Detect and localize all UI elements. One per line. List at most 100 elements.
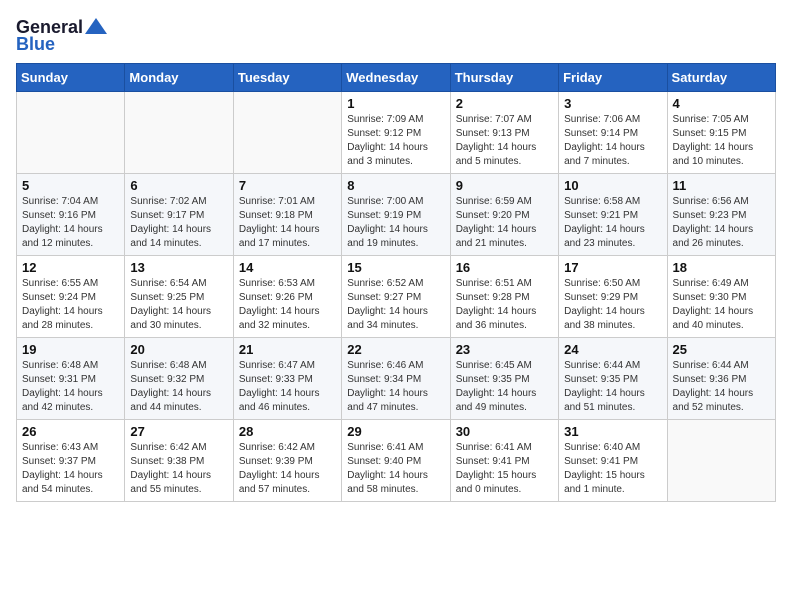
calendar-header-row: SundayMondayTuesdayWednesdayThursdayFrid…	[17, 64, 776, 92]
calendar-cell: 27 Sunrise: 6:42 AMSunset: 9:38 PMDayligh…	[125, 420, 233, 502]
day-info: Sunrise: 6:46 AMSunset: 9:34 PMDaylight:…	[347, 359, 444, 415]
calendar-cell: 11 Sunrise: 6:56 AMSunset: 9:23 PMDayligh…	[667, 174, 775, 256]
day-number: 29	[347, 424, 444, 439]
day-info: Sunrise: 7:02 AMSunset: 9:17 PMDaylight:…	[130, 195, 227, 251]
calendar-cell: 30 Sunrise: 6:41 AMSunset: 9:41 PMDayligh…	[450, 420, 558, 502]
day-info: Sunrise: 7:01 AMSunset: 9:18 PMDaylight:…	[239, 195, 336, 251]
calendar-cell: 15Sunrise: 6:52 AMSunset: 9:27 PMDayligh…	[342, 256, 450, 338]
day-number: 11	[673, 178, 770, 193]
weekday-header: Friday	[559, 64, 667, 92]
day-number: 21	[239, 342, 336, 357]
day-number: 31	[564, 424, 661, 439]
day-info: Sunrise: 6:41 AMSunset: 9:41 PMDaylight:…	[456, 441, 553, 497]
calendar-cell: 29 Sunrise: 6:41 AMSunset: 9:40 PMDayligh…	[342, 420, 450, 502]
calendar-cell: 13 Sunrise: 6:54 AMSunset: 9:25 PMDayligh…	[125, 256, 233, 338]
day-number: 12	[22, 260, 119, 275]
weekday-header: Monday	[125, 64, 233, 92]
weekday-header: Sunday	[17, 64, 125, 92]
calendar-week-row: 19Sunrise: 6:48 AMSunset: 9:31 PMDayligh…	[17, 338, 776, 420]
day-info: Sunrise: 6:41 AMSunset: 9:40 PMDaylight:…	[347, 441, 444, 497]
day-info: Sunrise: 7:00 AMSunset: 9:19 PMDaylight:…	[347, 195, 444, 251]
calendar-cell: 26Sunrise: 6:43 AMSunset: 9:37 PMDayligh…	[17, 420, 125, 502]
calendar-cell	[667, 420, 775, 502]
calendar-cell	[233, 92, 341, 174]
calendar-cell	[125, 92, 233, 174]
day-info: Sunrise: 6:50 AMSunset: 9:29 PMDaylight:…	[564, 277, 661, 333]
day-number: 13	[130, 260, 227, 275]
calendar-cell: 3Sunrise: 7:06 AMSunset: 9:14 PMDaylight…	[559, 92, 667, 174]
calendar-cell: 20 Sunrise: 6:48 AMSunset: 9:32 PMDayligh…	[125, 338, 233, 420]
day-info: Sunrise: 6:40 AMSunset: 9:41 PMDaylight:…	[564, 441, 661, 497]
day-info: Sunrise: 6:43 AMSunset: 9:37 PMDaylight:…	[22, 441, 119, 497]
day-info: Sunrise: 6:48 AMSunset: 9:32 PMDaylight:…	[130, 359, 227, 415]
day-info: Sunrise: 6:44 AMSunset: 9:36 PMDaylight:…	[673, 359, 770, 415]
calendar-cell: 10 Sunrise: 6:58 AMSunset: 9:21 PMDayligh…	[559, 174, 667, 256]
day-number: 28	[239, 424, 336, 439]
day-info: Sunrise: 6:42 AMSunset: 9:38 PMDaylight:…	[130, 441, 227, 497]
calendar-cell: 9 Sunrise: 6:59 AMSunset: 9:20 PMDaylight…	[450, 174, 558, 256]
calendar-cell: 4 Sunrise: 7:05 AMSunset: 9:15 PMDaylight…	[667, 92, 775, 174]
day-number: 18	[673, 260, 770, 275]
day-info: Sunrise: 6:56 AMSunset: 9:23 PMDaylight:…	[673, 195, 770, 251]
calendar-cell	[17, 92, 125, 174]
day-number: 22	[347, 342, 444, 357]
day-number: 27	[130, 424, 227, 439]
day-number: 1	[347, 96, 444, 111]
calendar-week-row: 12Sunrise: 6:55 AMSunset: 9:24 PMDayligh…	[17, 256, 776, 338]
day-number: 7	[239, 178, 336, 193]
day-number: 16	[456, 260, 553, 275]
day-number: 14	[239, 260, 336, 275]
calendar-cell: 16 Sunrise: 6:51 AMSunset: 9:28 PMDayligh…	[450, 256, 558, 338]
day-number: 2	[456, 96, 553, 111]
logo-blue: Blue	[16, 34, 55, 55]
day-number: 20	[130, 342, 227, 357]
day-number: 17	[564, 260, 661, 275]
logo: General Blue	[16, 16, 107, 55]
calendar-cell: 5 Sunrise: 7:04 AMSunset: 9:16 PMDaylight…	[17, 174, 125, 256]
day-info: Sunrise: 6:59 AMSunset: 9:20 PMDaylight:…	[456, 195, 553, 251]
calendar-week-row: 26Sunrise: 6:43 AMSunset: 9:37 PMDayligh…	[17, 420, 776, 502]
day-info: Sunrise: 7:05 AMSunset: 9:15 PMDaylight:…	[673, 113, 770, 169]
day-number: 8	[347, 178, 444, 193]
day-number: 23	[456, 342, 553, 357]
calendar-cell: 6Sunrise: 7:02 AMSunset: 9:17 PMDaylight…	[125, 174, 233, 256]
day-number: 5	[22, 178, 119, 193]
calendar-cell: 22 Sunrise: 6:46 AMSunset: 9:34 PMDayligh…	[342, 338, 450, 420]
logo-triangle-icon	[85, 16, 107, 38]
day-info: Sunrise: 6:54 AMSunset: 9:25 PMDaylight:…	[130, 277, 227, 333]
calendar-cell: 14 Sunrise: 6:53 AMSunset: 9:26 PMDayligh…	[233, 256, 341, 338]
day-number: 30	[456, 424, 553, 439]
day-info: Sunrise: 7:09 AMSunset: 9:12 PMDaylight:…	[347, 113, 444, 169]
calendar-cell: 25 Sunrise: 6:44 AMSunset: 9:36 PMDayligh…	[667, 338, 775, 420]
day-number: 25	[673, 342, 770, 357]
day-number: 24	[564, 342, 661, 357]
weekday-header: Wednesday	[342, 64, 450, 92]
day-info: Sunrise: 6:53 AMSunset: 9:26 PMDaylight:…	[239, 277, 336, 333]
calendar-cell: 24 Sunrise: 6:44 AMSunset: 9:35 PMDayligh…	[559, 338, 667, 420]
calendar-cell: 23Sunrise: 6:45 AMSunset: 9:35 PMDayligh…	[450, 338, 558, 420]
day-info: Sunrise: 6:51 AMSunset: 9:28 PMDaylight:…	[456, 277, 553, 333]
day-number: 19	[22, 342, 119, 357]
logo-container: General Blue	[16, 16, 107, 55]
day-number: 9	[456, 178, 553, 193]
calendar-table: SundayMondayTuesdayWednesdayThursdayFrid…	[16, 63, 776, 502]
day-info: Sunrise: 6:52 AMSunset: 9:27 PMDaylight:…	[347, 277, 444, 333]
calendar-cell: 17 Sunrise: 6:50 AMSunset: 9:29 PMDayligh…	[559, 256, 667, 338]
calendar-cell: 19Sunrise: 6:48 AMSunset: 9:31 PMDayligh…	[17, 338, 125, 420]
calendar-cell: 18 Sunrise: 6:49 AMSunset: 9:30 PMDayligh…	[667, 256, 775, 338]
day-info: Sunrise: 6:58 AMSunset: 9:21 PMDaylight:…	[564, 195, 661, 251]
day-info: Sunrise: 6:44 AMSunset: 9:35 PMDaylight:…	[564, 359, 661, 415]
day-number: 4	[673, 96, 770, 111]
weekday-header: Thursday	[450, 64, 558, 92]
day-info: Sunrise: 6:49 AMSunset: 9:30 PMDaylight:…	[673, 277, 770, 333]
calendar-cell: 8 Sunrise: 7:00 AMSunset: 9:19 PMDaylight…	[342, 174, 450, 256]
calendar-cell: 31 Sunrise: 6:40 AMSunset: 9:41 PMDayligh…	[559, 420, 667, 502]
calendar-week-row: 1 Sunrise: 7:09 AMSunset: 9:12 PMDaylight…	[17, 92, 776, 174]
calendar-cell: 12Sunrise: 6:55 AMSunset: 9:24 PMDayligh…	[17, 256, 125, 338]
day-number: 3	[564, 96, 661, 111]
day-info: Sunrise: 7:07 AMSunset: 9:13 PMDaylight:…	[456, 113, 553, 169]
day-info: Sunrise: 7:04 AMSunset: 9:16 PMDaylight:…	[22, 195, 119, 251]
weekday-header: Saturday	[667, 64, 775, 92]
day-number: 10	[564, 178, 661, 193]
calendar-cell: 28Sunrise: 6:42 AMSunset: 9:39 PMDayligh…	[233, 420, 341, 502]
